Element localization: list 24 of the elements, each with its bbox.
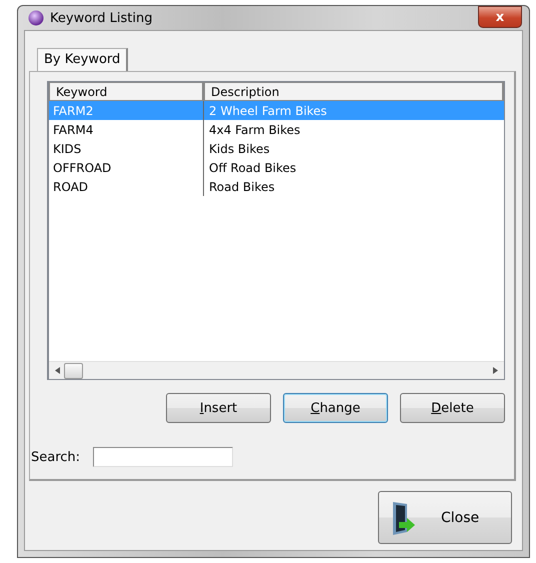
close-dialog-button[interactable]: Close xyxy=(378,491,512,544)
action-button[interactable]: Change xyxy=(283,393,388,423)
tab[interactable]: By Keyword xyxy=(37,48,128,71)
horizontal-scrollbar[interactable] xyxy=(49,361,504,379)
window-close-button[interactable]: x xyxy=(478,6,522,28)
table-cell[interactable]: 4x4 Farm Bikes xyxy=(204,120,504,139)
app-icon xyxy=(28,10,44,26)
action-button[interactable]: Insert xyxy=(166,393,271,423)
table-cell[interactable]: Kids Bikes xyxy=(204,139,504,158)
search-label: Search: xyxy=(31,450,80,464)
table-cell[interactable]: KIDS xyxy=(49,139,204,158)
table-cell[interactable]: ROAD xyxy=(49,177,204,196)
column-header[interactable]: Keyword xyxy=(49,82,204,101)
scroll-left-icon[interactable] xyxy=(55,367,60,374)
table-cell[interactable]: FARM4 xyxy=(49,120,204,139)
table-cell[interactable]: OFFROAD xyxy=(49,158,204,177)
column-header[interactable]: Description xyxy=(204,82,504,101)
window-title: Keyword Listing xyxy=(50,10,152,26)
table-cell[interactable]: Off Road Bikes xyxy=(204,158,504,177)
action-button[interactable]: Delete xyxy=(400,393,505,423)
scroll-thumb[interactable] xyxy=(64,362,83,378)
scroll-right-icon[interactable] xyxy=(493,367,498,374)
table-cell[interactable]: Road Bikes xyxy=(204,177,504,196)
search-field[interactable] xyxy=(93,447,234,467)
